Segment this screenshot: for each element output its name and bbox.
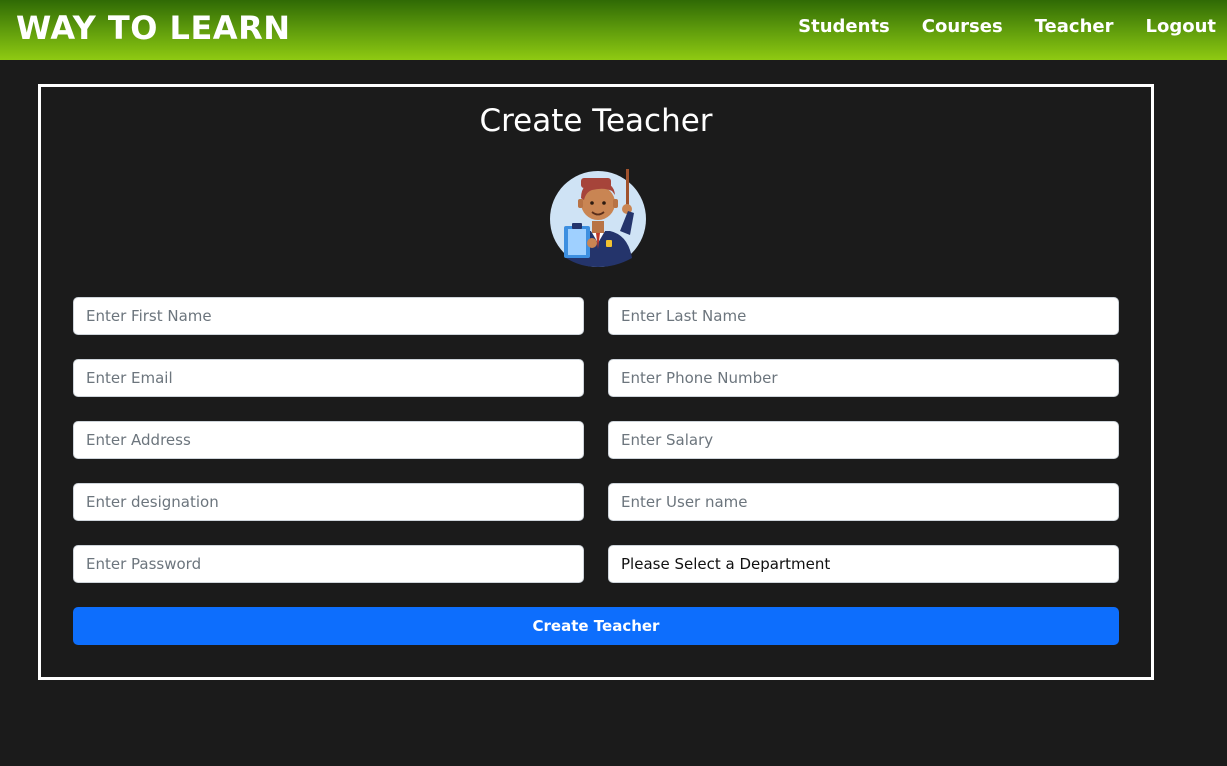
- password-input[interactable]: [73, 545, 584, 583]
- top-navbar: WAY TO LEARN Students Courses Teacher Lo…: [0, 0, 1227, 60]
- department-select[interactable]: Please Select a Department: [608, 545, 1119, 583]
- username-input[interactable]: [608, 483, 1119, 521]
- department-select-value: Please Select a Department: [621, 555, 831, 573]
- create-teacher-panel: Create Teacher Please Select a Departmen…: [38, 84, 1154, 680]
- teacher-avatar-icon: [550, 169, 646, 267]
- nav-link-logout[interactable]: Logout: [1145, 16, 1216, 37]
- nav-link-courses[interactable]: Courses: [922, 16, 1003, 37]
- create-teacher-button[interactable]: Create Teacher: [73, 607, 1119, 645]
- nav-link-teacher[interactable]: Teacher: [1035, 16, 1114, 37]
- brand-logo-text[interactable]: WAY TO LEARN: [16, 9, 290, 47]
- nav-links: Students Courses Teacher Logout: [766, 16, 1216, 37]
- phone-number-input[interactable]: [608, 359, 1119, 397]
- address-input[interactable]: [73, 421, 584, 459]
- nav-link-students[interactable]: Students: [798, 16, 890, 37]
- designation-input[interactable]: [73, 483, 584, 521]
- last-name-input[interactable]: [608, 297, 1119, 335]
- email-input[interactable]: [73, 359, 584, 397]
- page-title: Create Teacher: [479, 103, 713, 139]
- first-name-input[interactable]: [73, 297, 584, 335]
- salary-input[interactable]: [608, 421, 1119, 459]
